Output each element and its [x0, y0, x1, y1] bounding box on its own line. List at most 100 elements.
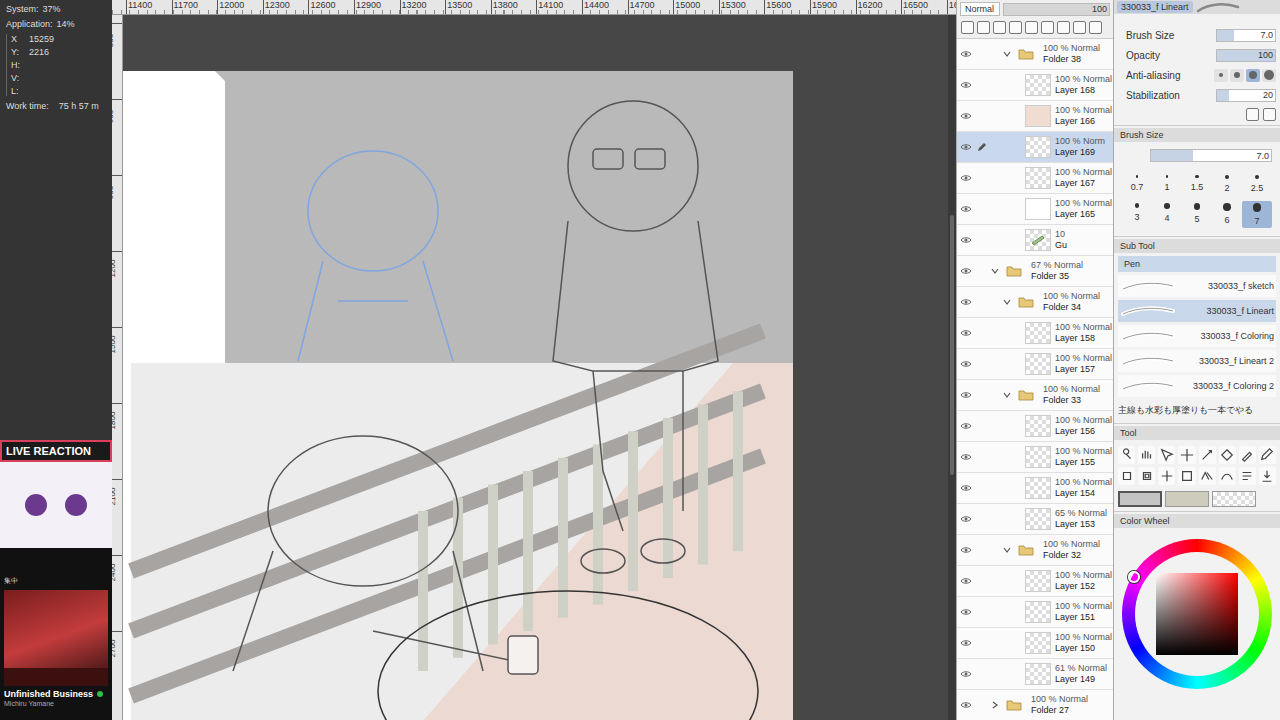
brush-row[interactable]: 330033_f Lineart [1118, 300, 1276, 322]
tool-button[interactable] [1199, 446, 1216, 464]
tool-button[interactable] [1239, 446, 1256, 464]
visibility-toggle[interactable] [957, 453, 975, 461]
layer-tool-icon[interactable] [1089, 21, 1102, 34]
layer-row[interactable]: 100 % NormalLayer 158 [957, 318, 1113, 349]
tool-button[interactable] [1138, 446, 1155, 464]
brush-preset[interactable]: 0.7 [1122, 173, 1152, 195]
brush-size-slider[interactable]: 7.0 [1150, 149, 1272, 162]
brush-preset[interactable]: 2.5 [1242, 173, 1272, 195]
layer-tool-icon[interactable] [1057, 21, 1070, 34]
layer-tool-icon[interactable] [993, 21, 1006, 34]
visibility-toggle[interactable] [957, 608, 975, 616]
brush-preset[interactable]: 1.5 [1182, 173, 1212, 195]
tool-button[interactable] [1118, 446, 1135, 464]
color-swatch[interactable] [1212, 491, 1256, 507]
antialias-option[interactable] [1262, 69, 1276, 82]
layer-opacity-slider[interactable]: 100 [1003, 3, 1110, 16]
tool-button[interactable] [1219, 467, 1236, 485]
brush-row[interactable]: 330033_f Coloring [1118, 325, 1276, 347]
visibility-toggle[interactable] [957, 329, 975, 337]
hue-marker[interactable] [1128, 571, 1140, 583]
visibility-toggle[interactable] [957, 422, 975, 430]
layer-row[interactable]: 100 % NormLayer 169 [957, 132, 1113, 163]
blend-mode-select[interactable]: Normal [960, 2, 1000, 16]
visibility-toggle[interactable] [957, 577, 975, 585]
layer-row[interactable]: 100 % NormalLayer 168 [957, 70, 1113, 101]
tool-button[interactable] [1178, 467, 1195, 485]
expand-toggle[interactable] [1001, 298, 1013, 306]
sub-tool-group[interactable]: Pen [1118, 256, 1276, 272]
layer-row[interactable]: 100 % NormalLayer 150 [957, 628, 1113, 659]
visibility-toggle[interactable] [957, 174, 975, 182]
layer-row[interactable]: 100 % NormalLayer 152 [957, 566, 1113, 597]
layer-tool-icon[interactable] [961, 21, 974, 34]
layer-row[interactable]: 100 % NormalLayer 165 [957, 194, 1113, 225]
brush-preset[interactable]: 5 [1182, 201, 1212, 227]
layer-tool-icon[interactable] [1041, 21, 1054, 34]
visibility-toggle[interactable] [957, 143, 975, 151]
property-slider[interactable]: 7.0 [1216, 29, 1276, 42]
layer-row[interactable]: 100 % NormalFolder 27 [957, 690, 1113, 720]
layer-tool-icon[interactable] [1073, 21, 1086, 34]
expand-toggle[interactable] [989, 701, 1001, 709]
color-swatch[interactable] [1165, 491, 1209, 507]
layer-row[interactable]: 100 % NormalFolder 32 [957, 535, 1113, 566]
layer-row[interactable]: 100 % NormalLayer 167 [957, 163, 1113, 194]
tool-button[interactable] [1219, 446, 1236, 464]
layer-row[interactable]: 67 % NormalFolder 35 [957, 256, 1113, 287]
artwork-canvas[interactable] [123, 71, 793, 720]
visibility-toggle[interactable] [957, 701, 975, 709]
tool-button[interactable] [1178, 446, 1195, 464]
layer-row[interactable]: 100 % NormalFolder 38 [957, 39, 1113, 70]
brush-preset[interactable]: 6 [1212, 201, 1242, 227]
visibility-toggle[interactable] [957, 81, 975, 89]
tool-button[interactable] [1138, 467, 1155, 485]
layer-tool-icon[interactable] [977, 21, 990, 34]
layer-row[interactable]: 100 % NormalLayer 157 [957, 349, 1113, 380]
expand-toggle[interactable] [989, 267, 1001, 275]
layer-row[interactable]: 61 % NormalLayer 149 [957, 659, 1113, 690]
property-slider[interactable]: 100 [1216, 49, 1276, 62]
color-swatch[interactable] [1118, 491, 1162, 507]
brush-row[interactable]: 330033_f Coloring 2 [1118, 375, 1276, 397]
layer-row[interactable]: 100 % NormalLayer 154 [957, 473, 1113, 504]
layer-row[interactable]: 10Gu [957, 225, 1113, 256]
property-icon[interactable] [1263, 108, 1276, 121]
scroll-thumb[interactable] [950, 215, 954, 475]
brush-preset[interactable]: 1 [1152, 173, 1182, 195]
antialias-option[interactable] [1230, 69, 1244, 82]
vertical-scrollbar[interactable] [948, 15, 956, 720]
property-icon[interactable] [1246, 108, 1259, 121]
visibility-toggle[interactable] [957, 298, 975, 306]
brush-preset[interactable]: 2 [1212, 173, 1242, 195]
brush-row[interactable]: 330033_f sketch [1118, 275, 1276, 297]
layer-row[interactable]: 100 % NormalFolder 33 [957, 380, 1113, 411]
brush-row[interactable]: 330033_f Lineart 2 [1118, 350, 1276, 372]
tool-button[interactable] [1199, 467, 1216, 485]
tool-button[interactable] [1158, 467, 1175, 485]
layer-tool-icon[interactable] [1025, 21, 1038, 34]
visibility-toggle[interactable] [957, 484, 975, 492]
layer-row[interactable]: 100 % NormalLayer 166 [957, 101, 1113, 132]
brush-preset[interactable]: 4 [1152, 201, 1182, 227]
antialias-option[interactable] [1246, 69, 1260, 82]
layer-row[interactable]: 100 % NormalLayer 156 [957, 411, 1113, 442]
visibility-toggle[interactable] [957, 515, 975, 523]
canvas-viewport[interactable] [123, 15, 948, 720]
layer-row[interactable]: 100 % NormalLayer 155 [957, 442, 1113, 473]
property-slider[interactable]: 20 [1216, 89, 1276, 102]
visibility-toggle[interactable] [957, 50, 975, 58]
visibility-toggle[interactable] [957, 391, 975, 399]
visibility-toggle[interactable] [957, 639, 975, 647]
visibility-toggle[interactable] [957, 267, 975, 275]
tool-button[interactable] [1259, 446, 1276, 464]
visibility-toggle[interactable] [957, 112, 975, 120]
color-wheel[interactable] [1118, 531, 1276, 716]
brush-preset[interactable]: 7 [1242, 201, 1272, 227]
tool-button[interactable] [1239, 467, 1256, 485]
visibility-toggle[interactable] [957, 205, 975, 213]
layer-row[interactable]: 100 % NormalFolder 34 [957, 287, 1113, 318]
layer-tool-icon[interactable] [1009, 21, 1022, 34]
saturation-square[interactable] [1156, 573, 1238, 655]
tool-button[interactable] [1118, 467, 1135, 485]
